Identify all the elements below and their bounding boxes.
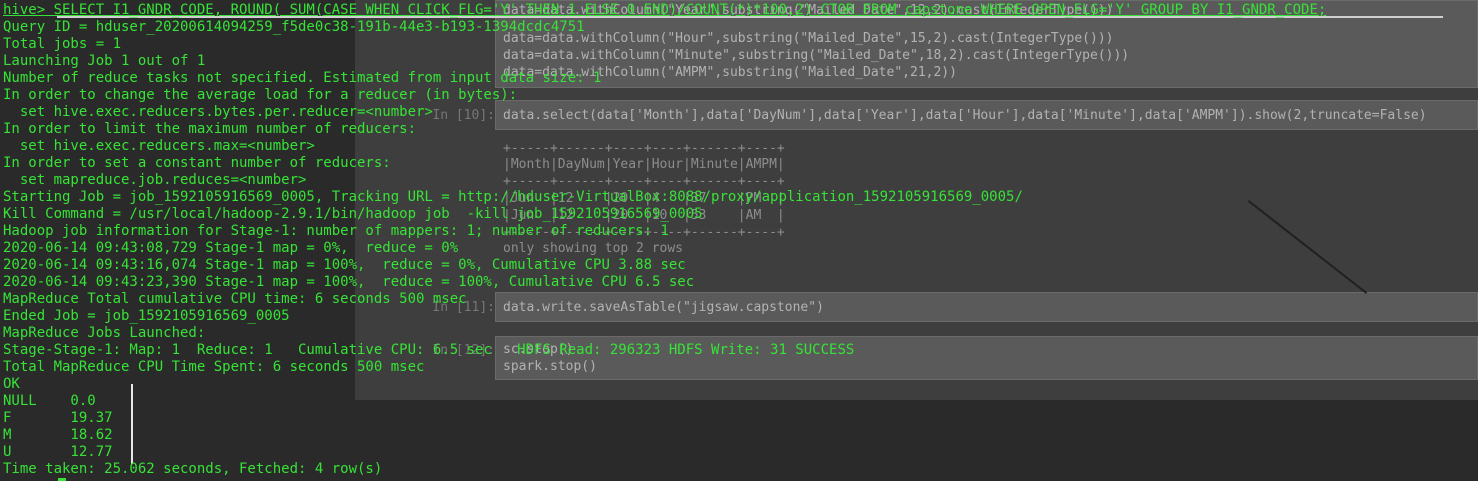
result-row: NULL 0.0 xyxy=(3,393,96,409)
terminal-hive-query[interactable]: hive> SELECT I1_GNDR_CODE, ROUND( SUM(CA… xyxy=(3,2,1326,19)
terminal-line: Ended Job = job_1592105916569_0005 xyxy=(3,308,290,324)
terminal-line: In order to set a constant number of red… xyxy=(3,155,391,171)
terminal-result-rule xyxy=(131,384,133,464)
terminal-line: Number of reduce tasks not specified. Es… xyxy=(3,70,602,86)
notebook-cell-11-code: data.write.saveAsTable("jigsaw.capstone"… xyxy=(503,300,824,315)
terminal-line: Total MapReduce CPU Time Spent: 6 second… xyxy=(3,359,425,375)
notebook-cell-10-code: data.select(data['Month'],data['DayNum']… xyxy=(503,108,1427,123)
output-table-header: |Month|DayNum|Year|Hour|Minute|AMPM| xyxy=(503,157,785,172)
terminal-line: set mapreduce.job.reduces=<number> xyxy=(3,172,307,188)
terminal-line: In order to limit the maximum number of … xyxy=(3,121,417,137)
output-table-note: only showing top 2 rows xyxy=(503,241,684,256)
terminal-line: set hive.exec.reducers.max=<number> xyxy=(3,138,315,154)
output-table-border: +-----+------+----+----+------+----+ xyxy=(503,141,785,156)
terminal-line: 2020-06-14 09:43:08,729 Stage-1 map = 0%… xyxy=(3,240,459,256)
output-table-border: +-----+------+----+----+------+----+ xyxy=(503,174,785,189)
terminal-line: Hadoop job information for Stage-1: numb… xyxy=(3,223,669,239)
terminal-line: Query ID = hduser_20200614094259_f5de0c3… xyxy=(3,19,585,35)
result-row: U 12.77 xyxy=(3,444,113,460)
terminal-line: MapReduce Jobs Launched: xyxy=(3,325,206,341)
terminal-line: Starting Job = job_1592105916569_0005, T… xyxy=(3,189,1023,205)
notebook-cell-12-code: spark.stop() xyxy=(503,359,597,374)
terminal-line: 2020-06-14 09:43:16,074 Stage-1 map = 10… xyxy=(3,257,686,273)
terminal-line: 2020-06-14 09:43:23,390 Stage-1 map = 10… xyxy=(3,274,695,290)
terminal-line: Total jobs = 1 xyxy=(3,36,122,52)
terminal-ok: OK xyxy=(3,376,20,392)
result-row: M 18.62 xyxy=(3,427,113,443)
terminal-line: Kill Command = /usr/local/hadoop-2.9.1/b… xyxy=(3,206,703,222)
terminal-line: MapReduce Total cumulative CPU time: 6 s… xyxy=(3,291,467,307)
terminal-line: Launching Job 1 out of 1 xyxy=(3,53,206,69)
terminal-line: In order to change the average load for … xyxy=(3,87,518,103)
notebook-code-line: data=data.withColumn("Minute",substring(… xyxy=(503,48,1130,63)
terminal-line: Stage-Stage-1: Map: 1 Reduce: 1 Cumulati… xyxy=(3,342,855,358)
terminal-time-taken: Time taken: 25.062 seconds, Fetched: 4 r… xyxy=(3,461,383,477)
notebook-code-line: data=data.withColumn("Hour",substring("M… xyxy=(503,31,1114,46)
terminal-line: set hive.exec.reducers.bytes.per.reducer… xyxy=(3,104,433,120)
result-row: F 19.37 xyxy=(3,410,113,426)
notebook-prompt-10: In [10]: xyxy=(432,108,495,123)
